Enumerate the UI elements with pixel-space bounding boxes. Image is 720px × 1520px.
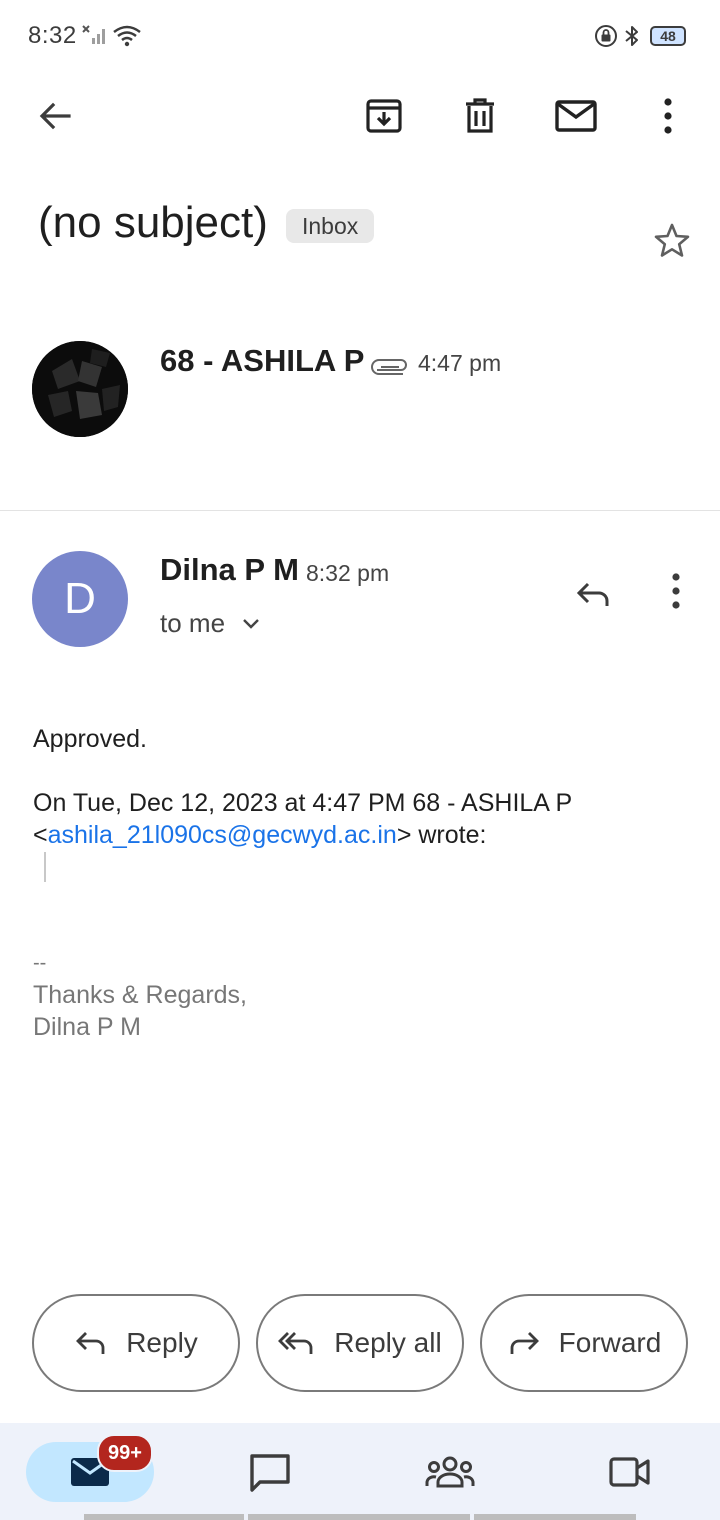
- message-more-vert-icon[interactable]: [648, 563, 704, 619]
- forward-icon: [507, 1328, 541, 1358]
- reply-button[interactable]: Reply: [32, 1294, 240, 1392]
- signature-line: Thanks & Regards,: [33, 981, 247, 1009]
- delete-icon[interactable]: [452, 88, 508, 144]
- wifi-icon: [112, 22, 142, 50]
- nav-chat[interactable]: [220, 1442, 320, 1502]
- message-body: Approved.: [33, 725, 147, 753]
- nav-spaces[interactable]: [400, 1442, 500, 1502]
- more-vert-icon[interactable]: [640, 88, 696, 144]
- star-icon[interactable]: [644, 213, 700, 269]
- back-arrow-icon[interactable]: [27, 88, 83, 144]
- quote-wrote: > wrote:: [396, 821, 487, 849]
- mark-unread-icon[interactable]: [548, 88, 604, 144]
- chat-icon: [248, 1452, 292, 1492]
- gesture-bar: [474, 1514, 636, 1520]
- reply-all-label: Reply all: [334, 1327, 442, 1358]
- chevron-down-icon: [241, 617, 261, 631]
- archive-icon[interactable]: [356, 88, 412, 144]
- inbox-label-chip[interactable]: Inbox: [286, 209, 375, 243]
- recipient-details-toggle[interactable]: to me: [160, 608, 261, 639]
- gesture-bar: [84, 1514, 244, 1520]
- nav-meet[interactable]: [580, 1442, 680, 1502]
- avatar[interactable]: D: [32, 551, 128, 647]
- spaces-icon: [425, 1454, 475, 1490]
- forward-label: Forward: [558, 1327, 662, 1358]
- message-time: 8:32 pm: [306, 560, 390, 586]
- signature-name: Dilna P M: [33, 1013, 141, 1041]
- divider: [0, 510, 720, 511]
- gesture-bar: [248, 1514, 470, 1520]
- unread-count-badge: 99+: [97, 1434, 153, 1472]
- quote-bracket-open: <: [33, 821, 48, 849]
- email-subject: (no subject): [38, 198, 268, 247]
- lock-icon: [594, 22, 618, 50]
- reply-all-icon: [278, 1328, 316, 1358]
- quoted-text-bar: [44, 852, 46, 882]
- status-time: 8:32: [28, 22, 77, 49]
- reply-icon[interactable]: [565, 566, 621, 622]
- forward-button[interactable]: Forward: [480, 1294, 688, 1392]
- reply-all-button[interactable]: Reply all: [256, 1294, 464, 1392]
- reply-label: Reply: [126, 1327, 198, 1358]
- recipient-label: to me: [160, 608, 226, 638]
- sender-email-link[interactable]: ashila_21l090cs@gecwyd.ac.in: [48, 821, 397, 849]
- signal-off-icon: [82, 22, 108, 50]
- status-bar: 8:32 48: [0, 0, 720, 72]
- quote-header: On Tue, Dec 12, 2023 at 4:47 PM 68 - ASH…: [33, 789, 573, 817]
- signature-separator: --: [33, 952, 47, 974]
- bluetooth-icon: [622, 22, 642, 50]
- sender-name: Dilna P M: [160, 552, 299, 587]
- battery-icon: 48: [650, 26, 686, 46]
- collapsed-message[interactable]: [0, 320, 720, 470]
- quote-attribution: <ashila_21l090cs@gecwyd.ac.in> wrote:: [33, 819, 486, 851]
- reply-icon: [74, 1328, 108, 1358]
- meet-icon: [608, 1455, 652, 1489]
